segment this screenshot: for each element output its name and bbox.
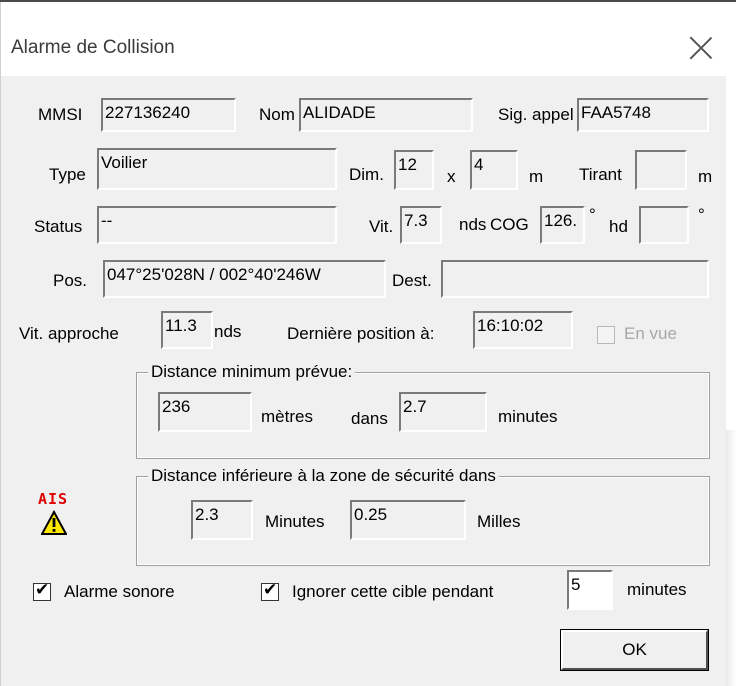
dim-x-label: x [447,167,456,186]
vit-approche-field[interactable]: 11.3 [161,311,213,349]
vit-field[interactable]: 7.3 [400,206,442,244]
nom-label: Nom [259,105,295,124]
vit-nds-label: nds [459,215,487,234]
zone-milles-label: Milles [477,512,521,531]
dim-length-field[interactable]: 12 [394,150,434,190]
nom-field[interactable]: ALIDADE [299,98,473,132]
ignorer-checkbox[interactable] [261,580,279,601]
tirant-field[interactable] [635,150,687,190]
zone-minutes-label: Minutes [265,512,325,531]
status-field[interactable]: -- [97,206,337,244]
mmsi-field[interactable]: 227136240 [101,98,236,132]
zone-securite-legend: Distance inférieure à la zone de sécurit… [148,466,499,486]
sig-appel-label: Sig. appel [498,105,574,124]
minutes-label: minutes [498,407,558,426]
ignorer-label: Ignorer cette cible pendant [292,582,494,601]
vit-approche-unit-label: nds [214,322,242,341]
window-title: Alarme de Collision [11,37,175,58]
ais-label: AIS [38,490,69,508]
dim-width-field[interactable]: 4 [470,150,518,190]
dans-label: dans [351,409,388,428]
dest-field[interactable] [441,260,709,298]
dim-label: Dim. [349,165,384,184]
dim-unit-label: m [529,167,544,186]
ignorer-minutes-label: minutes [627,580,687,599]
ais-icon: AIS [37,490,73,542]
title-bar: Alarme de Collision [1,2,726,76]
vit-label: Vit. [369,217,394,236]
type-label: Type [49,165,86,184]
warning-triangle-icon [41,510,67,535]
distance-minimum-field[interactable]: 236 [158,392,252,432]
zone-milles-field[interactable]: 0.25 [350,500,466,540]
tirant-label: Tirant [579,165,622,184]
ignorer-minutes-field[interactable]: 5 [567,570,613,610]
distance-minimum-legend: Distance minimum prévue: [148,362,356,382]
status-label: Status [34,217,83,236]
dest-label: Dest. [392,271,432,290]
pos-label: Pos. [53,271,88,290]
cog-label: COG [490,215,529,234]
derniere-position-label: Dernière position à: [287,324,435,343]
pos-field[interactable]: 047°25'028N / 002°40'246W [103,260,386,298]
tirant-unit-label: m [698,167,713,186]
dans-minutes-field[interactable]: 2.7 [399,392,487,432]
metres-label: mètres [261,407,313,426]
alarme-sonore-label: Alarme sonore [64,582,175,601]
hd-degree-label: ° [698,205,705,224]
zone-minutes-field[interactable]: 2.3 [191,500,253,540]
derniere-position-field[interactable]: 16:10:02 [473,311,573,349]
hd-field[interactable] [639,206,689,244]
alarme-sonore-checkbox[interactable] [33,580,51,601]
vit-approche-label: Vit. approche [19,324,119,343]
collision-alarm-dialog: Alarme de Collision MMSI 227136240 Nom A… [0,2,726,686]
cog-field[interactable]: 126. [540,206,585,244]
en-vue-label: En vue [624,324,677,343]
type-field[interactable]: Voilier [97,148,337,190]
sig-appel-field[interactable]: FAA5748 [577,98,709,132]
ok-button[interactable]: OK [560,629,709,671]
background-shadow [725,430,736,686]
cog-degree-label: ° [589,205,596,224]
mmsi-label: MMSI [38,105,83,124]
hd-label: hd [609,217,628,236]
close-icon[interactable] [685,32,717,64]
en-vue-checkbox[interactable] [597,326,615,344]
